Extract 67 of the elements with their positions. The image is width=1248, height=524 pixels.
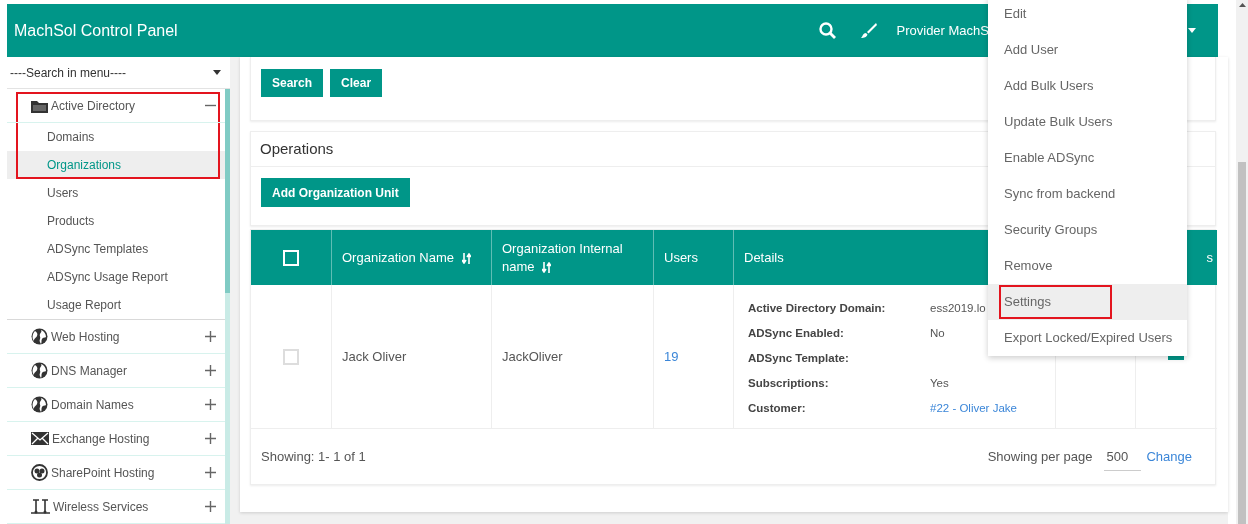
column-header[interactable]: Organization Name — [332, 230, 492, 285]
sidebar-group[interactable]: DNS Manager — [7, 354, 225, 388]
users-link[interactable]: 19 — [664, 349, 679, 364]
per-page-field[interactable]: 500 — [1104, 448, 1142, 471]
sidebar-item[interactable]: Products — [7, 207, 225, 235]
menu-item[interactable]: Sync from backend — [988, 176, 1187, 212]
sidebar-group[interactable]: Active Directory — [7, 89, 225, 123]
menu-item[interactable]: Edit — [988, 0, 1187, 32]
globe-icon — [31, 362, 48, 379]
plus-icon[interactable] — [205, 399, 216, 410]
page-scrollbar[interactable] — [1236, 0, 1248, 524]
sort-icon[interactable] — [461, 252, 471, 264]
sidebar-group[interactable]: Exchange Hosting — [7, 422, 225, 456]
table-cell: Jack Oliver — [332, 285, 492, 429]
sidebar-item[interactable]: Usage Report — [7, 291, 225, 319]
column-header[interactable]: Organization Internal name — [492, 230, 654, 285]
detail-label: ADSync Template: — [748, 351, 849, 364]
search-panel-button[interactable]: Clear — [330, 69, 383, 97]
caret-down-icon — [213, 70, 221, 75]
scrollbar[interactable] — [225, 89, 230, 524]
detail-label: Subscriptions: — [748, 376, 829, 389]
menu-item[interactable]: Add User — [988, 32, 1187, 68]
plus-icon[interactable] — [205, 467, 216, 478]
folder-icon — [31, 98, 48, 113]
table-cell: JackOliver — [492, 285, 654, 429]
app-title: MachSol Control Panel — [14, 21, 179, 40]
sidebar-group[interactable]: Wireless Services — [7, 490, 225, 524]
antenna-icon — [31, 499, 50, 514]
plus-icon[interactable] — [205, 501, 216, 512]
detail-value: Yes — [930, 376, 949, 389]
sidebar-group[interactable]: SharePoint Hosting — [7, 456, 225, 490]
scroll-up-icon[interactable] — [1238, 3, 1246, 7]
plus-icon[interactable] — [205, 331, 216, 342]
search-panel-button[interactable]: Search — [261, 69, 324, 97]
customer-link[interactable]: #22 - Oliver Jake — [930, 401, 1017, 414]
plus-icon[interactable] — [205, 433, 216, 444]
select-all-checkbox[interactable] — [283, 249, 299, 266]
sort-icon[interactable] — [542, 261, 552, 273]
detail-value: No — [930, 326, 945, 339]
sidebar-item[interactable]: Organizations — [7, 151, 225, 179]
menu-item[interactable]: Add Bulk Users — [988, 68, 1187, 104]
envelope-icon — [31, 432, 49, 445]
sidebar-item[interactable]: ADSync Templates — [7, 235, 225, 263]
sidebar-group[interactable]: Domain Names — [7, 388, 225, 422]
add-button[interactable]: Add Organization Unit — [261, 178, 410, 207]
per-page-label: Showing per page — [987, 449, 1093, 464]
globe-icon — [31, 396, 48, 413]
row-checkbox[interactable] — [283, 348, 299, 365]
detail-value: ess2019.lo — [930, 301, 986, 314]
change-link[interactable]: Change — [1146, 449, 1192, 464]
sharepoint-icon — [31, 464, 48, 481]
detail-label: ADSync Enabled: — [748, 326, 844, 339]
search-icon[interactable] — [818, 22, 836, 39]
plus-icon[interactable] — [205, 365, 216, 376]
globe-icon — [31, 328, 48, 345]
caret-down-icon[interactable] — [1188, 28, 1196, 33]
column-header: Users — [654, 230, 734, 285]
menu-item[interactable]: Settings — [988, 284, 1187, 320]
sidebar-item[interactable]: Users — [7, 179, 225, 207]
brush-icon[interactable] — [859, 22, 877, 39]
sidebar-group[interactable]: Web Hosting — [7, 320, 225, 354]
detail-label: Customer: — [748, 401, 806, 414]
detail-label: Active Directory Domain: — [748, 301, 886, 314]
account-name[interactable]: Provider MachS — [896, 23, 989, 38]
menu-item[interactable]: Export Locked/Expired Users — [988, 320, 1187, 356]
showing-count: Showing: 1- 1 of 1 — [261, 449, 366, 464]
sidebar-item[interactable]: ADSync Usage Report — [7, 263, 225, 291]
